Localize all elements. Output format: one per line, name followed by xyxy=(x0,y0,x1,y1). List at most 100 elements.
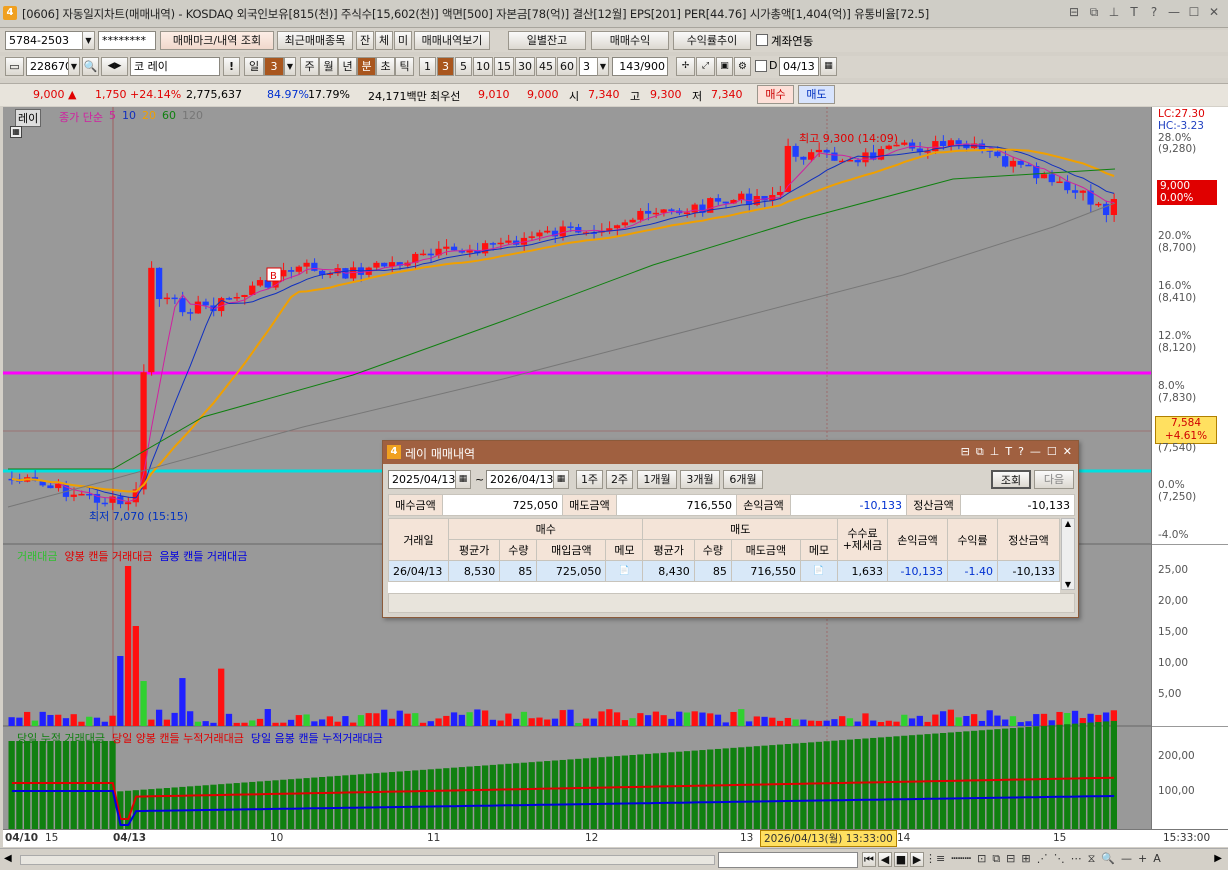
date-input[interactable]: 04/13 xyxy=(779,57,819,76)
dialog-help-icon[interactable]: ? xyxy=(1018,445,1024,459)
period-day-button[interactable]: 일 xyxy=(244,57,264,76)
table-vertical-scrollbar[interactable]: ▲ ▼ xyxy=(1061,518,1075,590)
filled-button[interactable]: 체 xyxy=(375,31,393,50)
period-month-button[interactable]: 월 xyxy=(319,57,338,76)
password-field[interactable]: ******** xyxy=(98,31,156,50)
alert-button[interactable]: ! xyxy=(223,57,240,76)
dialog-screen-icon[interactable]: ⊟ xyxy=(961,445,970,459)
date-checkbox[interactable] xyxy=(755,60,767,72)
date-to-calendar-icon[interactable]: ▦ xyxy=(553,470,569,489)
period-day-count[interactable]: 3 xyxy=(264,57,284,76)
close-button[interactable]: ✕ xyxy=(1208,5,1220,19)
query-button[interactable]: 조회 xyxy=(991,470,1031,489)
zoom-icon[interactable]: ⤢ xyxy=(696,57,715,76)
box-icon[interactable]: ⊡ xyxy=(977,852,986,866)
code-dropdown-icon[interactable]: ▼ xyxy=(68,57,80,76)
interval-15-button[interactable]: 15 xyxy=(494,57,514,76)
wave2-icon[interactable]: ⋱ xyxy=(1054,852,1065,866)
range-1month-button[interactable]: 1개월 xyxy=(637,470,677,489)
interval-30-button[interactable]: 30 xyxy=(515,57,535,76)
dialog-close-button[interactable]: ✕ xyxy=(1063,445,1072,459)
scroll-thumb[interactable] xyxy=(718,852,858,868)
font-icon[interactable]: T xyxy=(1128,5,1140,19)
next-icon[interactable]: ▶ xyxy=(910,852,924,867)
split-icon[interactable]: ⊞ xyxy=(1021,852,1030,866)
dialog-maximize-button[interactable]: ☐ xyxy=(1047,445,1057,459)
daily-balance-button[interactable]: 일별잔고 xyxy=(508,31,586,50)
range-1week-button[interactable]: 1주 xyxy=(576,470,603,489)
ruler-icon[interactable]: ┅┅┅ xyxy=(951,852,971,866)
trade-view-button[interactable]: 매매내역보기 xyxy=(414,31,490,50)
zoom-in-icon[interactable]: + xyxy=(1138,852,1147,866)
interval-1-button[interactable]: 1 xyxy=(419,57,436,76)
unfilled-button[interactable]: 미 xyxy=(394,31,412,50)
copy-icon[interactable]: ⧉ xyxy=(1088,5,1100,19)
period-week-button[interactable]: 주 xyxy=(300,57,319,76)
scroll-left-icon[interactable]: ◀ xyxy=(4,853,12,864)
stop-icon[interactable]: ■ xyxy=(894,852,908,867)
dialog-copy-icon[interactable]: ⧉ xyxy=(976,445,984,459)
interval-45-button[interactable]: 45 xyxy=(536,57,556,76)
date-from-calendar-icon[interactable]: ▦ xyxy=(455,470,471,489)
period-minute-button[interactable]: 분 xyxy=(357,57,376,76)
period-dropdown-icon[interactable]: ▼ xyxy=(284,57,296,76)
sell-button[interactable]: 매도 xyxy=(798,85,835,104)
dialog-pin-icon[interactable]: ⊥ xyxy=(990,445,1000,459)
screen-icon[interactable]: ⊟ xyxy=(1068,5,1080,19)
period-tick-button[interactable]: 틱 xyxy=(395,57,414,76)
range-6month-button[interactable]: 6개월 xyxy=(723,470,763,489)
crosshair-icon[interactable]: ✢ xyxy=(676,57,695,76)
pin-icon[interactable]: ⊥ xyxy=(1108,5,1120,19)
date-to-input[interactable]: 2026/04/13 xyxy=(486,470,556,489)
interval-dropdown-icon[interactable]: ▼ xyxy=(597,57,609,76)
grid-toggle-icon[interactable]: ▦ xyxy=(10,126,22,138)
prev-icon[interactable]: ◀ xyxy=(878,852,892,867)
magnifier-icon[interactable]: 🔍 xyxy=(1101,852,1115,866)
layers-icon[interactable]: ⧉ xyxy=(992,852,1000,866)
date-from-input[interactable]: 2025/04/13 xyxy=(388,470,458,489)
pattern-icon[interactable]: ⧖ xyxy=(1088,852,1096,866)
interval-10-button[interactable]: 10 xyxy=(473,57,493,76)
minimize-button[interactable]: — xyxy=(1168,5,1180,19)
scroll-up-icon[interactable]: ▲ xyxy=(1062,519,1074,528)
recent-trades-button[interactable]: 최근매매종목 xyxy=(277,31,353,50)
maximize-button[interactable]: ☐ xyxy=(1188,5,1200,19)
wave1-icon[interactable]: ⋰ xyxy=(1037,852,1048,866)
period-second-button[interactable]: 초 xyxy=(376,57,395,76)
yield-trend-button[interactable]: 수익률추이 xyxy=(673,31,751,50)
trade-mark-query-button[interactable]: 매매마크/내역 조회 xyxy=(160,31,274,50)
search-icon[interactable]: 🔍 xyxy=(82,57,99,76)
panel-icon[interactable]: ⊟ xyxy=(1006,852,1015,866)
interval-60-button[interactable]: 60 xyxy=(557,57,577,76)
dialog-title-bar[interactable]: 4 레이 매매내역 ⊟ ⧉ ⊥ T ? — ☐ ✕ xyxy=(383,441,1078,464)
range-2week-button[interactable]: 2주 xyxy=(606,470,633,489)
buy-memo-icon[interactable]: 📄 xyxy=(605,560,644,582)
wave3-icon[interactable]: ⋯ xyxy=(1071,852,1082,866)
window-icon[interactable]: ▭ xyxy=(5,57,24,76)
scroll-down-icon[interactable]: ▼ xyxy=(1062,580,1074,589)
sell-memo-icon[interactable]: 📄 xyxy=(799,560,839,582)
range-3month-button[interactable]: 3개월 xyxy=(680,470,720,489)
trade-profit-button[interactable]: 매매수익 xyxy=(591,31,669,50)
rewind-icon[interactable]: ⏮ xyxy=(862,852,876,867)
scroll-right-icon[interactable]: ▶ xyxy=(1214,853,1222,864)
fib-icon[interactable]: ⋮≡ xyxy=(925,852,945,866)
dialog-minimize-button[interactable]: — xyxy=(1030,445,1041,459)
calendar-icon[interactable]: ▦ xyxy=(820,57,837,76)
zoom-out-icon[interactable]: — xyxy=(1121,852,1132,866)
dialog-font-icon[interactable]: T xyxy=(1005,445,1012,459)
save-icon[interactable]: ▣ xyxy=(716,57,733,76)
prev-next-icon[interactable]: ◀▶ xyxy=(101,57,128,76)
data-count-field[interactable]: 143/900 xyxy=(612,57,668,76)
next-page-button[interactable]: 다음 xyxy=(1034,470,1074,489)
buy-button[interactable]: 매수 xyxy=(757,85,794,104)
account-link-checkbox[interactable] xyxy=(756,34,768,46)
horizontal-scrollbar[interactable] xyxy=(20,855,715,865)
table-row[interactable]: 26/04/13 8,530 85 725,050 📄 8,430 85 716… xyxy=(388,560,1060,582)
period-year-button[interactable]: 년 xyxy=(338,57,357,76)
chevron-down-icon[interactable]: ▼ xyxy=(82,31,95,50)
gear-icon[interactable]: ⚙ xyxy=(734,57,751,76)
auto-icon[interactable]: A xyxy=(1153,852,1161,866)
interval-5-button[interactable]: 5 xyxy=(455,57,472,76)
interval-3-button[interactable]: 3 xyxy=(437,57,454,76)
